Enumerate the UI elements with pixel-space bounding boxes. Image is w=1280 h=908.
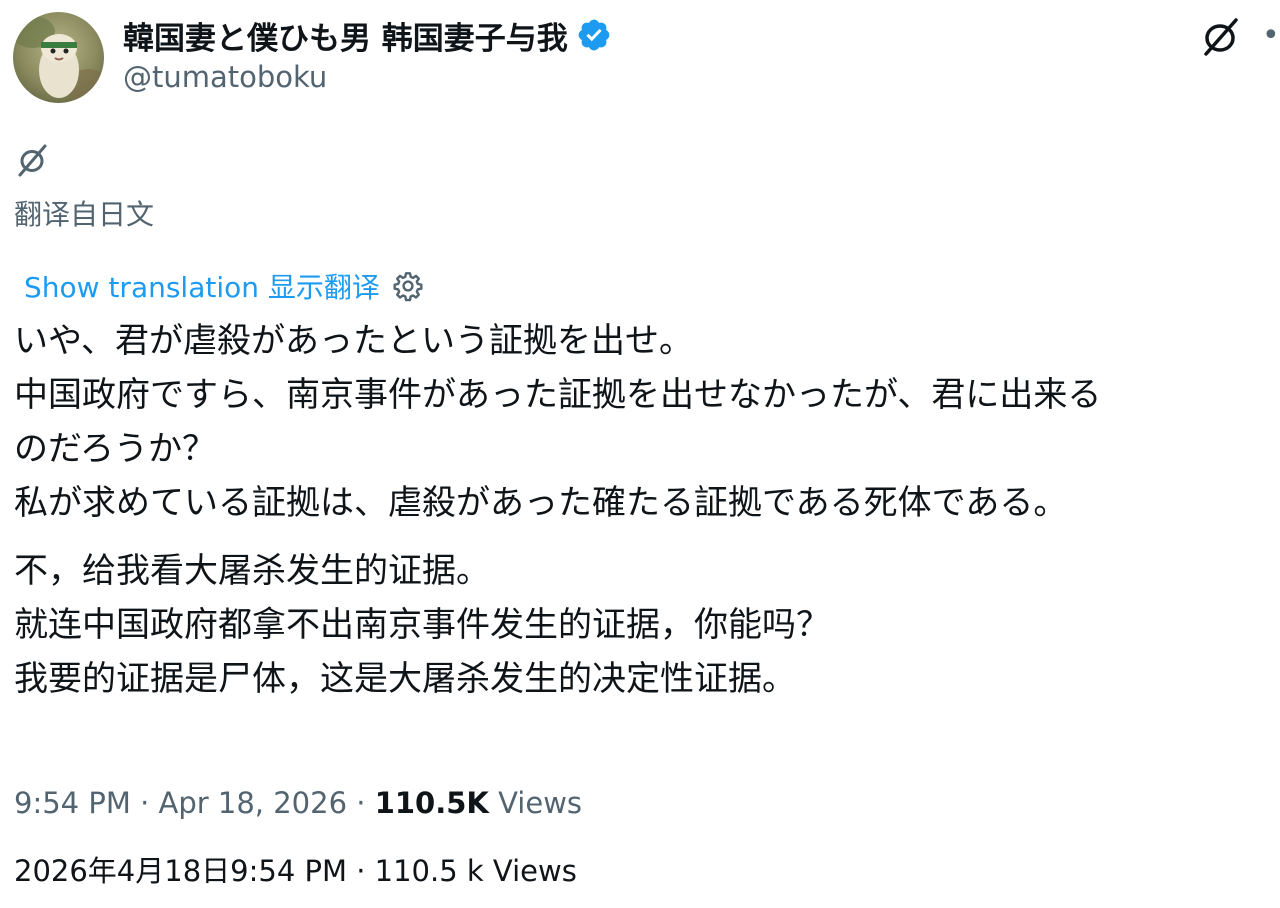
verified-badge-icon: [576, 17, 612, 53]
tweet-line: いや、君が虐殺があったという証拠を出せ。: [14, 321, 693, 361]
avatar-image: [13, 12, 104, 103]
translated-from-label: 翻译自日文: [14, 198, 155, 231]
author-display-name[interactable]: 韓国妻と僕ひも男 韩国妻子与我: [123, 13, 568, 58]
translate-icon: [15, 142, 51, 178]
more-icon[interactable]: •••: [1262, 16, 1280, 56]
tweet-timestamp[interactable]: 9:54 PM · Apr 18, 2026 ·: [14, 786, 375, 820]
views-label: Views: [488, 786, 583, 820]
gear-icon[interactable]: [392, 270, 424, 302]
tweet-line: 中国政府ですら、南京事件があった証拠を出せなかったが、君に出来る: [14, 375, 1102, 415]
tweet-line: のだろうか？: [14, 429, 216, 469]
translation-line: 不，给我看大屠杀发生的证据。: [14, 551, 490, 591]
tweet-meta: 9:54 PM · Apr 18, 2026 · 110.5K Views: [14, 786, 582, 820]
tweet-text-translation: 不，给我看大屠杀发生的证据。 就连中国政府都拿不出南京事件发生的证据，你能吗？ …: [14, 544, 1276, 706]
tweet-meta-translated: 2026年4月18日9:54 PM · 110.5 k Views: [14, 854, 577, 888]
translation-line: 我要的证据是尸体，这是大屠杀发生的决定性证据。: [14, 659, 796, 699]
translate-icon[interactable]: [1198, 14, 1244, 60]
author-name-row[interactable]: 韓国妻と僕ひも男 韩国妻子与我: [123, 12, 612, 58]
tweet-line: 私が求めている証拠は、虐殺があった確たる証拠である死体である。: [14, 483, 1068, 523]
views-count: 110.5K: [374, 786, 489, 820]
avatar[interactable]: [13, 12, 104, 103]
translation-line: 就连中国政府都拿不出南京事件发生的证据，你能吗？: [14, 605, 830, 645]
show-translation-row: Show translation 显示翻译: [24, 266, 424, 306]
author-handle[interactable]: @tumatoboku: [123, 60, 327, 94]
show-translation-link[interactable]: Show translation 显示翻译: [24, 266, 380, 306]
tweet-text-original: いや、君が虐殺があったという証拠を出せ。 中国政府ですら、南京事件があった証拠を…: [14, 314, 1276, 530]
